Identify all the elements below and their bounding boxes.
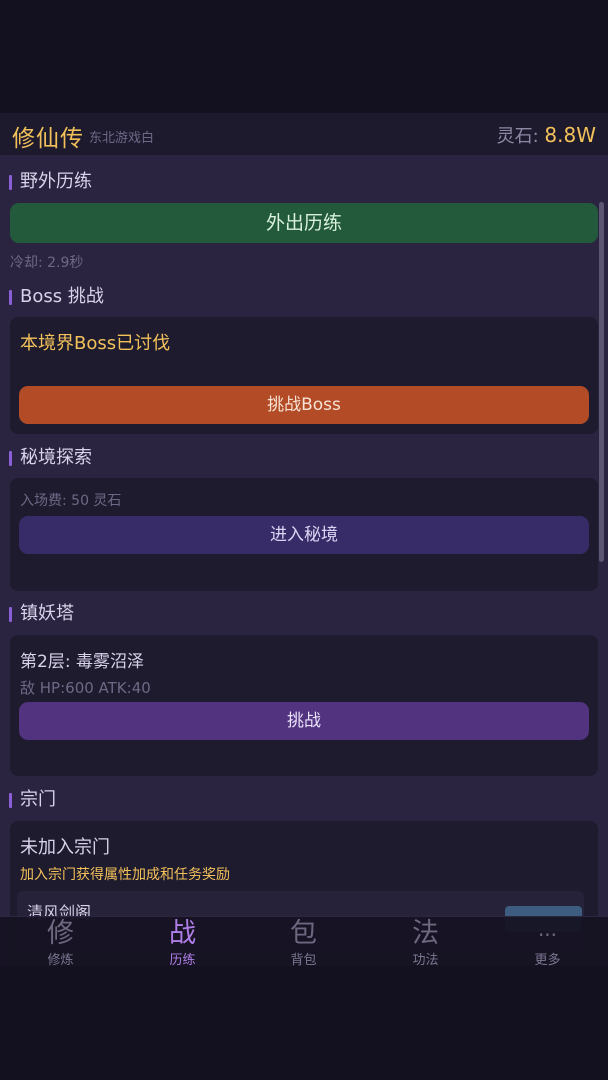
spirit-stone-label: 灵石: — [496, 126, 545, 147]
battle-content[interactable]: 野外历练 外出历练 冷却: 2.9秒 Boss 挑战 本境界Boss已讨伐 挑战… — [0, 155, 608, 966]
tab-battle-label: 历练 — [169, 953, 196, 966]
section-title-sect: 宗门 — [9, 789, 56, 811]
boss-status: 本境界Boss已讨伐 — [20, 333, 171, 354]
tab-more-label: 更多 — [534, 953, 561, 966]
go-train-button[interactable]: 外出历练 — [10, 203, 598, 243]
top-header: 修仙传 东北游戏白 灵石: 8.8W — [0, 113, 608, 155]
tab-battle[interactable]: 战 历练 — [122, 917, 243, 966]
more-icon: ... — [537, 917, 558, 941]
boss-card: 本境界Boss已讨伐 挑战Boss — [10, 317, 598, 434]
spirit-stone-value: 8.8W — [544, 123, 596, 147]
tab-bag-label: 背包 — [290, 953, 317, 966]
enter-secret-realm-button[interactable]: 进入秘境 — [19, 516, 589, 554]
spirit-stone-display: 灵石: 8.8W — [497, 122, 596, 148]
sect-status: 未加入宗门 — [20, 837, 110, 858]
game-app: 修仙传 东北游戏白 灵石: 8.8W 野外历练 外出历练 冷却: 2.9秒 Bo… — [0, 113, 608, 966]
bottom-tab-bar: 修 修炼 战 历练 包 背包 法 功法 ... 更多 — [0, 916, 608, 966]
tab-battle-icon: 战 — [169, 918, 196, 949]
game-subtitle: 东北游戏白 — [89, 131, 155, 146]
tab-cultivate-label: 修炼 — [47, 953, 74, 966]
challenge-boss-button[interactable]: 挑战Boss — [19, 386, 589, 424]
tab-skills-label: 功法 — [412, 953, 439, 966]
tab-bag-icon: 包 — [290, 918, 317, 949]
entry-fee-text: 入场费: 50 灵石 — [20, 493, 122, 509]
section-title-wild: 野外历练 — [9, 171, 92, 193]
tab-cultivate-icon: 修 — [47, 918, 74, 949]
secret-card: 入场费: 50 灵石 进入秘境 — [10, 478, 598, 591]
enemy-stats: 敌 HP:600 ATK:40 — [20, 679, 151, 697]
section-title-tower: 镇妖塔 — [9, 603, 74, 625]
tab-skills-icon: 法 — [412, 918, 439, 949]
cooldown-text: 冷却: 2.9秒 — [10, 255, 84, 271]
tower-floor: 第2层: 毒雾沼泽 — [20, 652, 144, 672]
tab-bag[interactable]: 包 背包 — [243, 917, 364, 966]
section-title-secret: 秘境探索 — [9, 447, 92, 469]
sect-hint: 加入宗门获得属性加成和任务奖励 — [20, 867, 230, 883]
section-title-boss: Boss 挑战 — [9, 286, 104, 308]
tab-cultivate[interactable]: 修 修炼 — [0, 917, 121, 966]
challenge-tower-button[interactable]: 挑战 — [19, 702, 589, 740]
tab-skills[interactable]: 法 功法 — [365, 917, 486, 966]
scrollbar[interactable] — [599, 202, 604, 562]
tower-card: 第2层: 毒雾沼泽 敌 HP:600 ATK:40 挑战 — [10, 635, 598, 776]
tab-more[interactable]: ... 更多 — [487, 917, 608, 966]
game-title: 修仙传 — [12, 126, 84, 152]
